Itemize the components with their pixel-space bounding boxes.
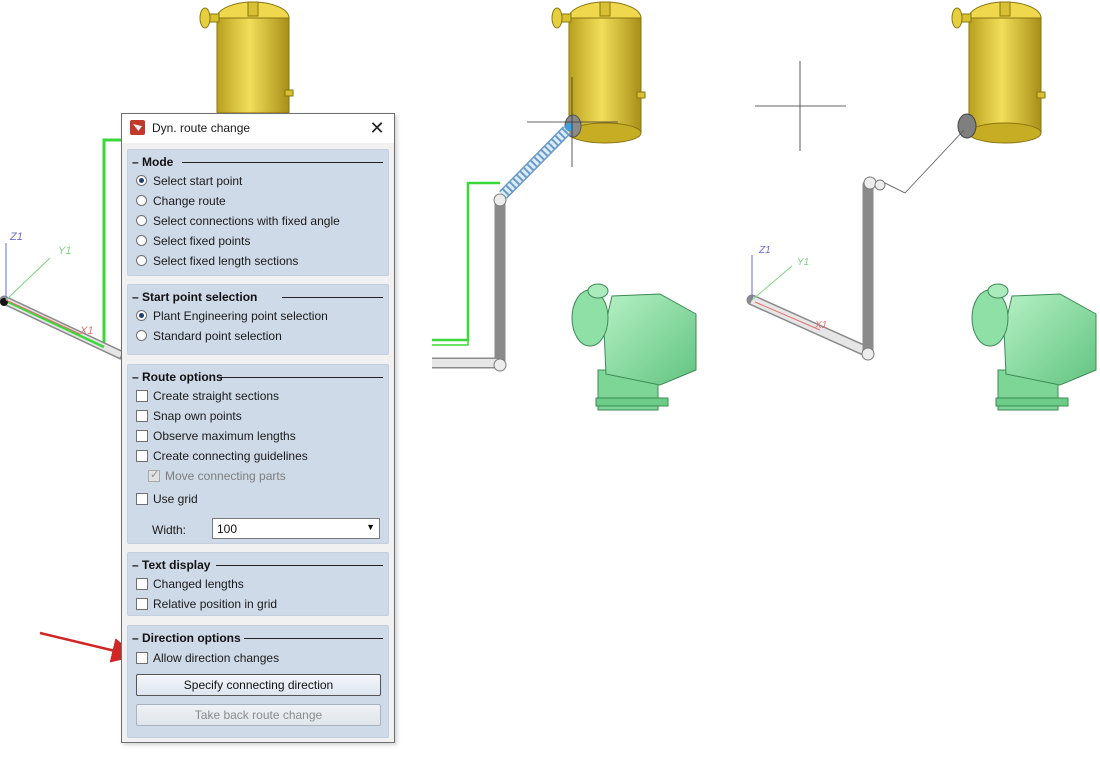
axis-z-label: Z1 [9, 231, 23, 243]
route-options-title: Route options [142, 370, 223, 384]
checkbox[interactable] [136, 598, 148, 610]
tank-right [951, 1, 1046, 144]
width-label: Width: [152, 523, 187, 537]
route-right [746, 129, 965, 361]
checkbox[interactable] [148, 468, 160, 482]
radio-button[interactable] [136, 310, 147, 321]
pump-middle [571, 283, 697, 411]
option-label: Changed lengths [153, 577, 244, 591]
close-button[interactable]: ✕ [360, 114, 394, 143]
direction-options-group: – Direction options Allow direction chan… [127, 625, 389, 738]
mode-group: – Mode Select start point Change route S… [127, 149, 389, 276]
checkbox[interactable] [136, 410, 148, 422]
text-display-title: Text display [142, 558, 211, 572]
option-label: Standard point selection [153, 329, 282, 343]
width-value: 100 [217, 522, 238, 536]
width-select[interactable]: 100 ▼ [212, 518, 380, 539]
route-options-group: – Route options Create straight sections… [127, 364, 389, 544]
checkbox[interactable] [136, 390, 148, 402]
option-label: Select fixed length sections [153, 254, 299, 268]
radio-button[interactable] [136, 195, 147, 206]
radio-button[interactable] [136, 235, 147, 246]
tank-left [199, 1, 294, 114]
option-label: Create straight sections [153, 389, 280, 403]
radio-button[interactable] [136, 330, 147, 341]
app-logo-icon [130, 120, 145, 135]
dialog-title: Dyn. route change [152, 121, 251, 135]
collapse-icon[interactable]: – [132, 558, 139, 572]
start-point-title: Start point selection [142, 290, 258, 304]
middle-view [432, 1, 697, 411]
axis-x-label: X1 [814, 320, 827, 331]
option-label: Use grid [153, 492, 198, 506]
axis-y-label: Y1 [797, 257, 809, 268]
option-label: Select start point [153, 174, 243, 188]
checkbox[interactable] [136, 430, 148, 442]
collapse-icon[interactable]: – [132, 290, 139, 304]
start-point-group: – Start point selection Plant Engineerin… [127, 284, 389, 355]
dialog-titlebar: Dyn. route change ✕ [122, 114, 394, 143]
route-middle [432, 123, 573, 372]
option-label: Change route [153, 194, 226, 208]
pump-right [971, 283, 1097, 411]
dyn-route-change-dialog: Dyn. route change ✕ – Mode Select start … [121, 113, 395, 743]
axis-z-label: Z1 [758, 245, 771, 256]
direction-options-title: Direction options [142, 631, 241, 645]
collapse-icon[interactable]: – [132, 370, 139, 384]
checkbox[interactable] [136, 652, 148, 664]
option-label: Relative position in grid [153, 597, 278, 611]
option-label: Move connecting parts [165, 469, 286, 483]
checkbox[interactable] [136, 450, 148, 462]
option-label: Select fixed points [153, 234, 251, 248]
option-label: Snap own points [153, 409, 242, 423]
chevron-down-icon[interactable]: ▼ [366, 522, 375, 532]
specify-connecting-direction-button[interactable]: Specify connecting direction [136, 674, 381, 696]
option-label: Select connections with fixed angle [153, 214, 340, 228]
text-display-group: – Text display Changed lengths Relative … [127, 552, 389, 616]
radio-button[interactable] [136, 255, 147, 266]
collapse-icon[interactable]: – [132, 155, 139, 169]
option-label: Allow direction changes [153, 651, 280, 665]
option-label: Create connecting guidelines [153, 449, 308, 463]
collapse-icon[interactable]: – [132, 631, 139, 645]
crosshair-right [755, 61, 846, 151]
annotation-arrow [39, 631, 137, 663]
right-view: Z1 Y1 X1 [746, 1, 1097, 411]
option-label: Plant Engineering point selection [153, 309, 328, 323]
take-back-route-change-button[interactable]: Take back route change [136, 704, 381, 726]
checkbox[interactable] [136, 578, 148, 590]
axis-y-label: Y1 [58, 245, 71, 257]
checkbox[interactable] [136, 493, 148, 505]
radio-button[interactable] [136, 215, 147, 226]
radio-button[interactable] [136, 175, 147, 186]
option-label: Observe maximum lengths [153, 429, 296, 443]
axis-x-label: X1 [79, 325, 93, 337]
mode-title: Mode [142, 155, 174, 169]
